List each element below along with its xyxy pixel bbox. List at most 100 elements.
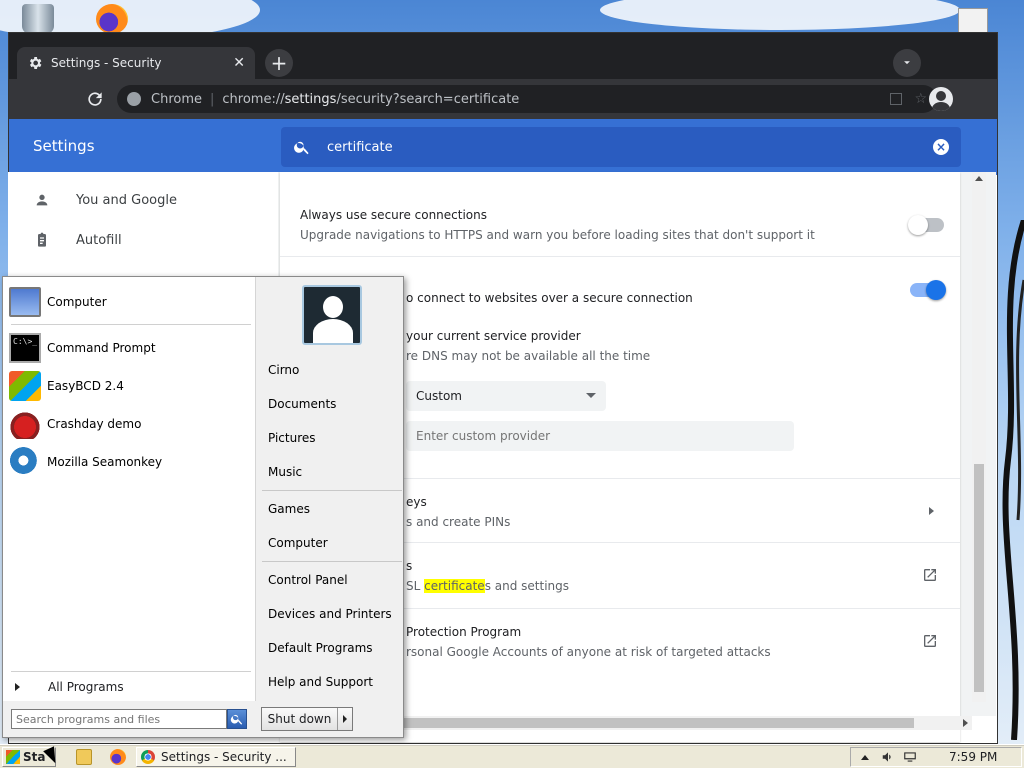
sidebar-item-label: You and Google	[76, 192, 177, 208]
start-search-button[interactable]	[227, 709, 247, 729]
start-item-label: Mozilla Seamonkey	[47, 455, 163, 469]
network-icon[interactable]	[903, 750, 917, 764]
shutdown-options-button[interactable]	[338, 715, 352, 723]
chrome-icon	[141, 750, 155, 764]
start-place-music[interactable]: Music	[268, 461, 302, 483]
reload-button[interactable]	[85, 89, 105, 109]
row-title: your current service provider	[406, 329, 581, 343]
person-icon	[36, 194, 48, 206]
omnibox[interactable]: Chrome | chrome://settings/security?sear…	[117, 85, 937, 113]
custom-provider-input[interactable]	[406, 421, 794, 451]
start-item-label: Command Prompt	[47, 341, 156, 355]
row-title: Always use secure connections	[300, 208, 488, 222]
start-place-help-support[interactable]: Help and Support	[268, 671, 373, 693]
sidebar-item-autofill[interactable]: Autofill	[8, 220, 278, 260]
start-search-input[interactable]	[11, 709, 227, 729]
scroll-right-icon[interactable]	[963, 719, 968, 727]
start-item-computer[interactable]: Computer	[9, 285, 249, 319]
settings-search[interactable]: ×	[281, 127, 961, 167]
firefox-icon[interactable]	[110, 749, 126, 765]
divider	[11, 324, 251, 325]
row-title: Protection Program	[406, 625, 522, 639]
bookmark-star-icon[interactable]: ☆	[914, 91, 927, 107]
secure-dns-toggle[interactable]	[910, 280, 946, 300]
start-item-seamonkey[interactable]: Mozilla Seamonkey	[9, 445, 249, 479]
horizontal-scrollbar[interactable]	[396, 716, 972, 730]
explorer-folder-icon[interactable]	[76, 749, 92, 765]
site-name: Chrome	[151, 91, 202, 107]
row-subtitle: SL certificates and settings	[406, 579, 569, 593]
sidebar-item-you-and-google[interactable]: You and Google	[8, 180, 278, 220]
system-tray: 7:59 PM	[850, 747, 1022, 767]
tab-title: Settings - Security	[51, 56, 162, 70]
easybcd-icon	[9, 371, 41, 401]
start-place-devices-printers[interactable]: Devices and Printers	[268, 603, 392, 625]
all-programs-button[interactable]: All Programs	[11, 675, 251, 699]
show-hidden-icons-icon[interactable]	[861, 754, 869, 760]
dns-provider-select[interactable]: Custom	[406, 381, 606, 411]
user-avatar[interactable]	[302, 285, 362, 345]
taskbar-item-label: Settings - Security ...	[161, 750, 287, 764]
recycle-bin-icon[interactable]	[22, 4, 54, 34]
toolbar: Chrome | chrome://settings/security?sear…	[9, 79, 997, 119]
url-text: chrome://settings/security?search=certif…	[222, 91, 520, 107]
start-item-easybcd[interactable]: EasyBCD 2.4	[9, 369, 249, 403]
shutdown-button[interactable]: Shut down	[261, 707, 353, 731]
start-menu-programs: Computer C:\>_ Command Prompt EasyBCD 2.…	[3, 277, 255, 701]
reload-icon	[88, 92, 102, 106]
secure-connections-toggle[interactable]	[908, 215, 944, 235]
taskbar-item-chrome[interactable]: Settings - Security ...	[136, 747, 296, 767]
external-link-icon	[922, 567, 938, 583]
search-icon	[294, 141, 309, 155]
volume-icon[interactable]	[881, 750, 895, 764]
start-place-games[interactable]: Games	[268, 498, 310, 520]
start-place-pictures[interactable]: Pictures	[268, 427, 316, 449]
tab-close-icon[interactable]: ✕	[233, 55, 245, 71]
row-subtitle: rsonal Google Accounts of anyone at risk…	[406, 645, 771, 659]
row-subtitle: s and create PINs	[406, 515, 511, 529]
plus-icon: +	[270, 51, 288, 75]
firefox-desktop-icon[interactable]	[96, 4, 128, 34]
arrow-right-icon	[343, 715, 347, 723]
settings-search-input[interactable]	[327, 139, 933, 155]
row-title: eys	[406, 495, 427, 509]
clock[interactable]: 7:59 PM	[949, 750, 997, 764]
chevron-down-icon	[904, 61, 910, 65]
shutdown-label: Shut down	[262, 708, 338, 730]
scroll-thumb[interactable]	[396, 718, 914, 728]
start-place-documents[interactable]: Documents	[268, 393, 336, 415]
row-subtitle: Upgrade navigations to HTTPS and warn yo…	[300, 228, 815, 242]
external-link-icon	[922, 633, 938, 649]
start-place-user[interactable]: Cirno	[268, 359, 299, 381]
tab-search-button[interactable]	[893, 49, 921, 77]
start-place-control-panel[interactable]: Control Panel	[268, 569, 348, 591]
taskbar: Sta Settings - Security ... 7:59 PM	[0, 744, 1024, 768]
tab-settings-security[interactable]: Settings - Security ✕	[17, 47, 255, 79]
scroll-up-icon[interactable]	[975, 176, 983, 181]
start-place-computer[interactable]: Computer	[268, 532, 328, 554]
arrow-right-icon	[929, 507, 934, 515]
arrow-right-icon	[15, 683, 20, 691]
clear-search-icon[interactable]: ×	[933, 139, 949, 155]
divider	[262, 561, 402, 562]
seamonkey-icon	[9, 447, 41, 477]
settings-title: Settings	[33, 137, 95, 155]
start-item-label: Crashday demo	[47, 417, 142, 431]
start-item-command-prompt[interactable]: C:\>_ Command Prompt	[9, 331, 249, 365]
profile-avatar-icon[interactable]	[929, 87, 953, 111]
start-item-crashday[interactable]: Crashday demo	[9, 407, 249, 441]
row-title: s	[406, 559, 413, 573]
start-menu-places: Cirno Documents Pictures Music Games Com…	[255, 277, 403, 701]
start-item-label: Computer	[47, 295, 107, 309]
sidebar-item-label: Autofill	[76, 232, 122, 248]
command-prompt-icon: C:\>_	[9, 333, 41, 363]
cloud	[600, 0, 960, 30]
divider	[262, 490, 402, 491]
secure-connections-row[interactable]: Always use secure connections Upgrade na…	[280, 190, 960, 256]
new-tab-button[interactable]: +	[265, 49, 293, 77]
scroll-thumb[interactable]	[974, 464, 984, 692]
share-icon[interactable]	[890, 93, 903, 105]
vertical-scrollbar[interactable]	[972, 172, 986, 702]
start-place-default-programs[interactable]: Default Programs	[268, 637, 373, 659]
crashday-icon	[9, 409, 41, 439]
